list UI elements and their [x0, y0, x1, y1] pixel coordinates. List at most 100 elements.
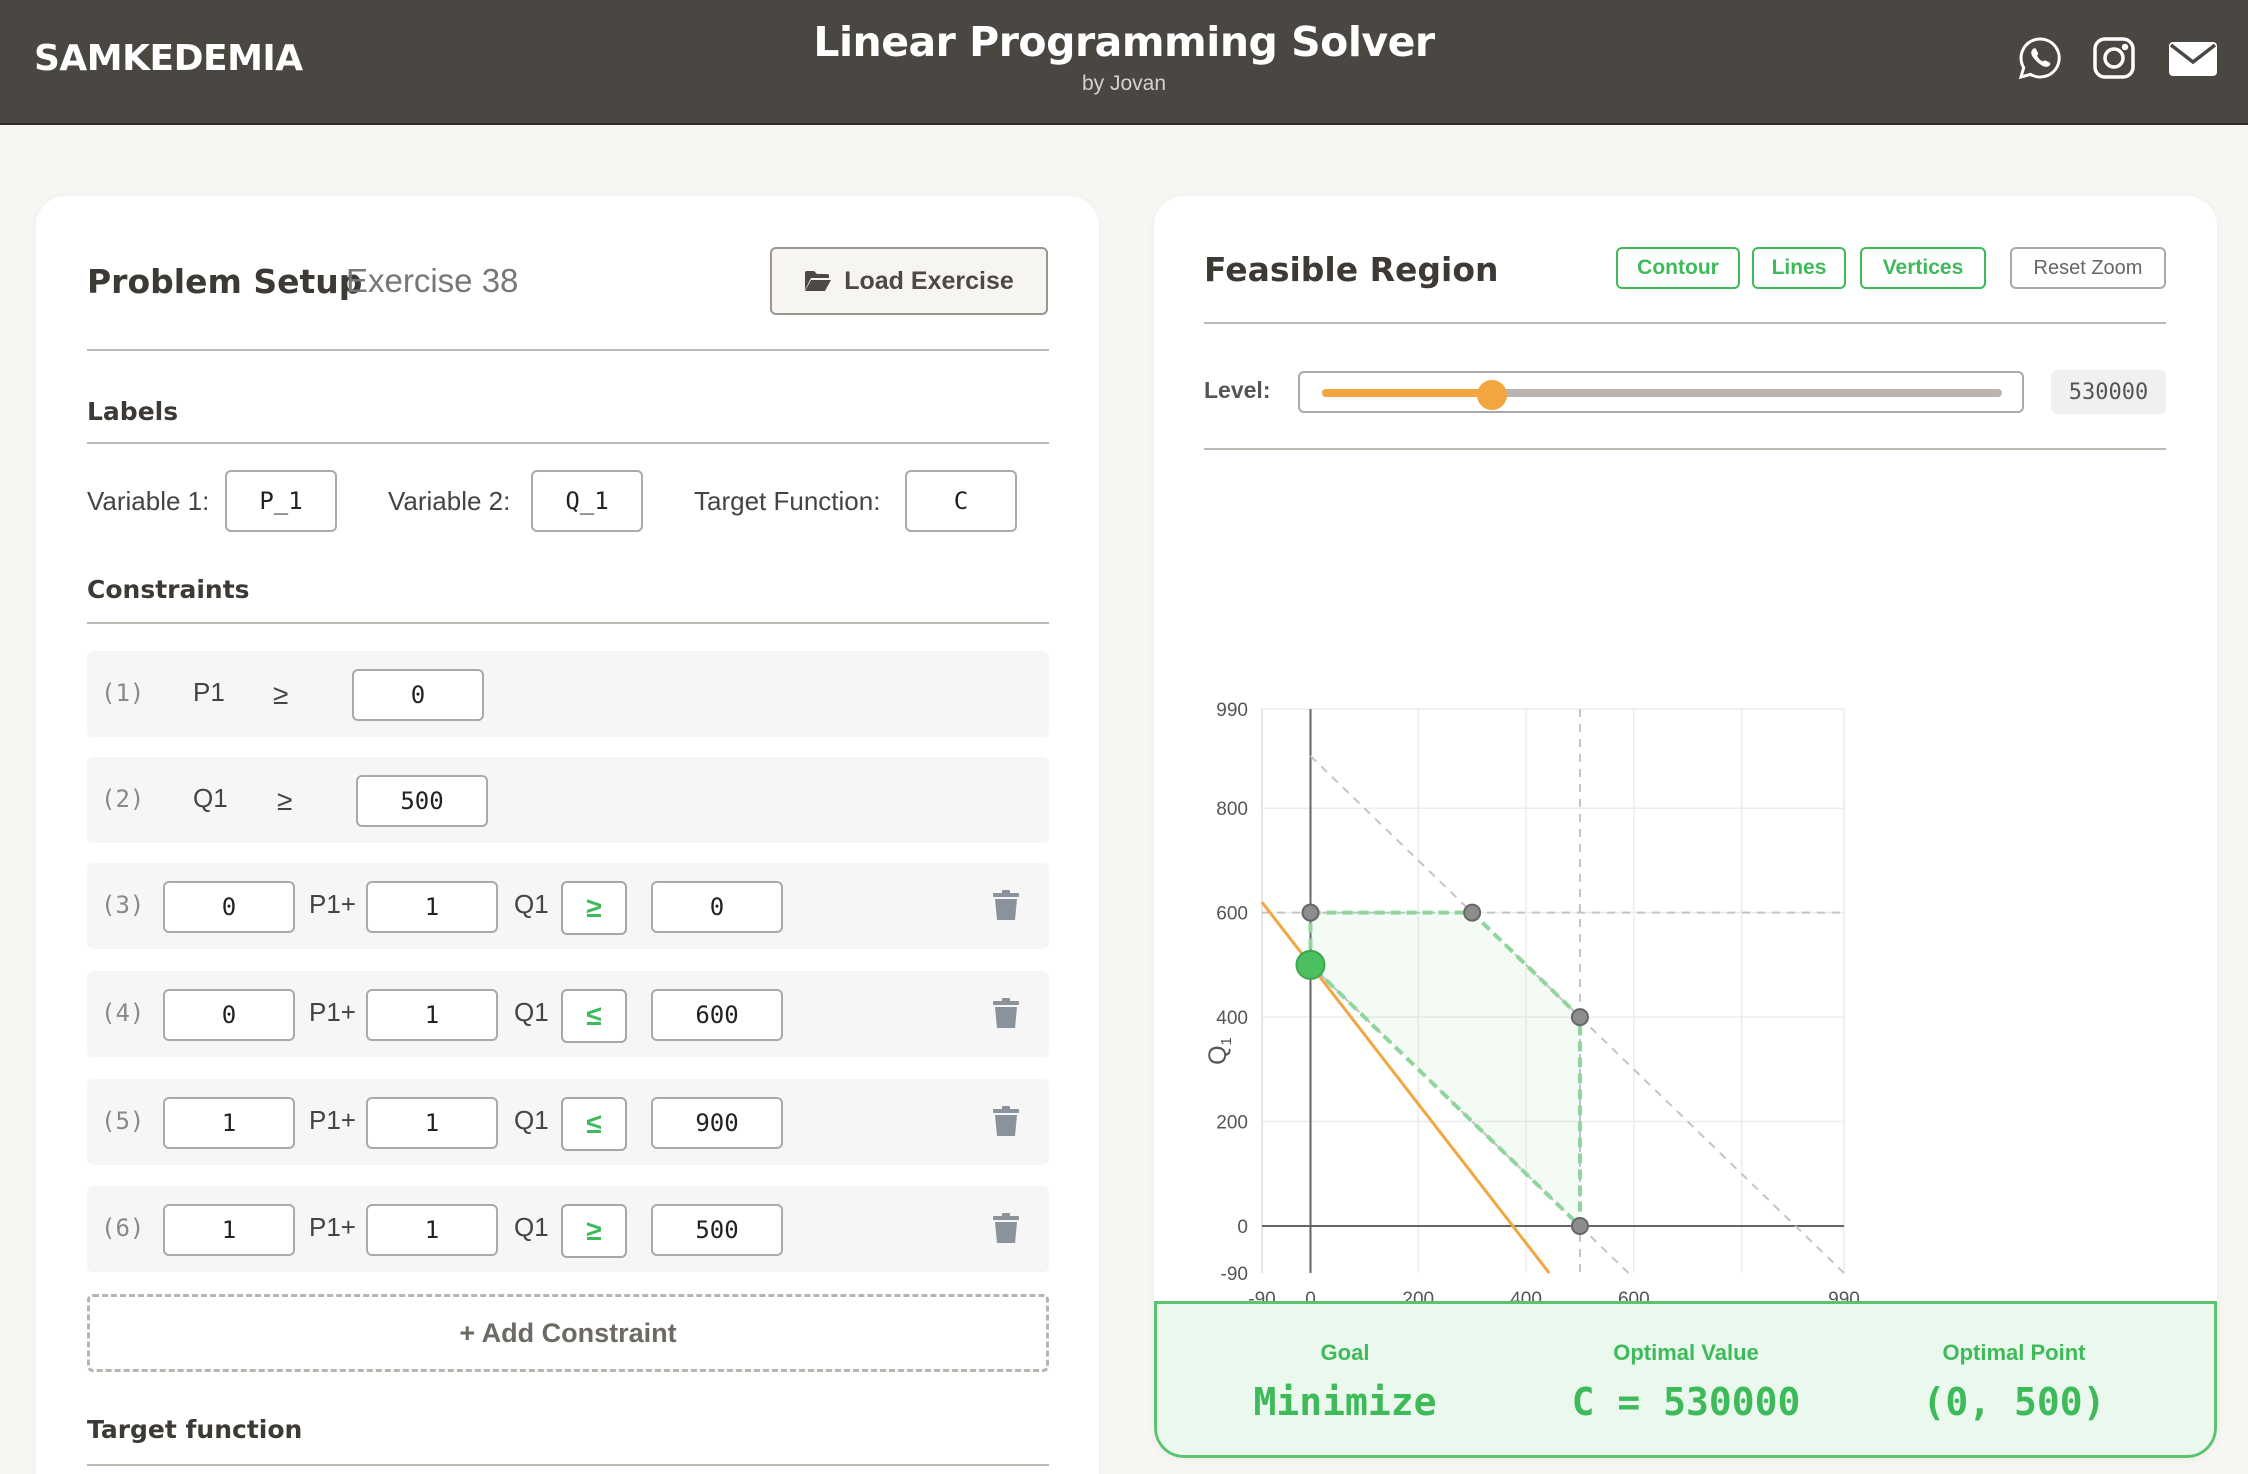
y-tick-label: 990 — [1216, 700, 1248, 721]
constraint-variable: P1 — [193, 677, 225, 707]
add-constraint-button[interactable]: + Add Constraint — [87, 1294, 1049, 1372]
lines-toggle[interactable]: Lines — [1752, 247, 1846, 289]
variable1-label: Variable 1: — [87, 486, 210, 516]
optimal-value: C = 530000 — [1571, 1380, 1801, 1424]
optimal-value-label: Optimal Value — [1613, 1340, 1759, 1365]
exercise-name: Exercise 38 — [346, 262, 519, 299]
constraint-variable-1: P1+ — [309, 1105, 356, 1135]
optimal-point: (0, 500) — [1922, 1380, 2106, 1424]
target-function-label: Target Function: — [694, 486, 881, 516]
operator-toggle[interactable]: ≥ — [561, 1204, 627, 1258]
coefficient-b-input[interactable]: 1 — [366, 1097, 498, 1149]
feasible-region-title: Feasible Region — [1204, 250, 1499, 289]
constraint-number: (3) — [101, 891, 145, 919]
feasible-region — [1308, 910, 1582, 1231]
constraint-variable-2: Q1 — [514, 997, 549, 1027]
constraint-rhs-input[interactable]: 600 — [651, 989, 783, 1041]
operator-toggle[interactable]: ≤ — [561, 1097, 627, 1151]
level-label: Level: — [1204, 377, 1271, 403]
constraint-row: (4) 0 P1+ 1 Q1 ≤ 600 — [87, 971, 1049, 1057]
constraint-variable: Q1 — [193, 783, 228, 813]
folder-open-icon — [805, 271, 832, 291]
load-exercise-button[interactable]: Load Exercise — [770, 247, 1048, 315]
feasible-region-card: Feasible Region Contour Lines Vertices R… — [1154, 196, 2217, 1458]
trash-icon[interactable] — [993, 1213, 1019, 1243]
operator-toggle[interactable]: ≤ — [561, 989, 627, 1043]
coefficient-b-input[interactable]: 1 — [366, 881, 498, 933]
vertices-toggle[interactable]: Vertices — [1860, 247, 1986, 289]
app-header: SAMKEDEMIA Linear Programming Solver by … — [0, 0, 2248, 125]
constraint-row: (5) 1 P1+ 1 Q1 ≤ 900 — [87, 1079, 1049, 1165]
slider-fill — [1322, 389, 1492, 397]
level-value: 530000 — [2051, 370, 2166, 414]
optimal-point-label: Optimal Point — [1942, 1340, 2086, 1365]
operator-toggle[interactable]: ≥ — [561, 881, 627, 935]
constraint-row: (2) Q1 ≥ 500 — [87, 757, 1049, 843]
constraint-rhs-input[interactable]: 0 — [651, 881, 783, 933]
coefficient-a-input[interactable]: 0 — [163, 989, 295, 1041]
constraint-number: (1) — [101, 679, 145, 707]
constraint-row: (6) 1 P1+ 1 Q1 ≥ 500 — [87, 1186, 1049, 1272]
divider — [87, 349, 1049, 351]
level-slider[interactable] — [1298, 371, 2024, 413]
target-function-input[interactable]: C — [905, 470, 1017, 532]
coefficient-b-input[interactable]: 1 — [366, 989, 498, 1041]
coefficient-a-input[interactable]: 1 — [163, 1204, 295, 1256]
constraint-row: (1) P1 ≥ 0 — [87, 651, 1049, 737]
y-tick-label: 200 — [1216, 1113, 1248, 1134]
y-tick-label: -90 — [1221, 1264, 1248, 1285]
trash-icon[interactable] — [993, 1106, 1019, 1136]
constraint-rhs-input[interactable]: 900 — [651, 1097, 783, 1149]
app-subtitle: by Jovan — [1081, 72, 1167, 95]
vertex-point[interactable] — [1570, 1008, 1589, 1027]
constraint-number: (2) — [101, 785, 145, 813]
reset-zoom-button[interactable]: Reset Zoom — [2010, 247, 2166, 289]
constraint-rhs-input[interactable]: 500 — [651, 1204, 783, 1256]
coefficient-a-input[interactable]: 0 — [163, 881, 295, 933]
constraint-variable-2: Q1 — [514, 1105, 549, 1135]
constraint-operator: ≥ — [273, 679, 289, 710]
vertex-point[interactable] — [1463, 903, 1482, 922]
target-function-heading: Target function — [87, 1415, 303, 1444]
divider — [87, 442, 1049, 444]
variable2-label: Variable 2: — [388, 486, 511, 516]
trash-icon[interactable] — [993, 890, 1019, 920]
constraint-variable-2: Q1 — [514, 889, 549, 919]
constraint-number: (5) — [101, 1107, 145, 1135]
load-exercise-label: Load Exercise — [844, 266, 1014, 295]
optimal-point-marker[interactable] — [1295, 949, 1326, 980]
variable2-input[interactable]: Q_1 — [531, 470, 643, 532]
constraint-number: (4) — [101, 999, 145, 1027]
trash-icon[interactable] — [993, 998, 1019, 1028]
app-title: Linear Programming Solver — [813, 18, 1435, 66]
y-axis-title: Q1 — [1204, 1037, 1235, 1065]
contour-toggle[interactable]: Contour — [1616, 247, 1740, 289]
mail-icon[interactable] — [2167, 34, 2219, 82]
vertex-point[interactable] — [1301, 903, 1320, 922]
coefficient-a-input[interactable]: 1 — [163, 1097, 295, 1149]
slider-track — [1322, 380, 2002, 410]
problem-setup-title: Problem Setup — [87, 262, 363, 301]
problem-setup-card: Problem Setup Exercise 38 Load Exercise … — [36, 196, 1099, 1474]
slider-thumb[interactable] — [1477, 380, 1507, 410]
labels-heading: Labels — [87, 397, 179, 426]
whatsapp-icon[interactable] — [2016, 34, 2064, 82]
y-axis-title-subscript: 1 — [1218, 1037, 1235, 1045]
constraint-rhs-input[interactable]: 0 — [352, 669, 484, 721]
instagram-icon[interactable] — [2090, 34, 2138, 82]
divider — [87, 622, 1049, 624]
constraint-operator: ≥ — [277, 785, 293, 816]
constraints-heading: Constraints — [87, 575, 250, 604]
constraint-variable-1: P1+ — [309, 889, 356, 919]
constraint-variable-1: P1+ — [309, 1212, 356, 1242]
constraint-variable-2: Q1 — [514, 1212, 549, 1242]
coefficient-b-input[interactable]: 1 — [366, 1204, 498, 1256]
y-tick-label: 0 — [1237, 1217, 1248, 1238]
variable1-input[interactable]: P_1 — [225, 470, 337, 532]
result-panel: Goal Minimize Optimal Value C = 530000 O… — [1154, 1301, 2217, 1458]
goal-label: Goal — [1320, 1340, 1370, 1365]
vertex-point[interactable] — [1570, 1217, 1589, 1235]
constraint-rhs-input[interactable]: 500 — [356, 775, 488, 827]
divider — [87, 1464, 1049, 1466]
divider — [1204, 448, 2166, 450]
